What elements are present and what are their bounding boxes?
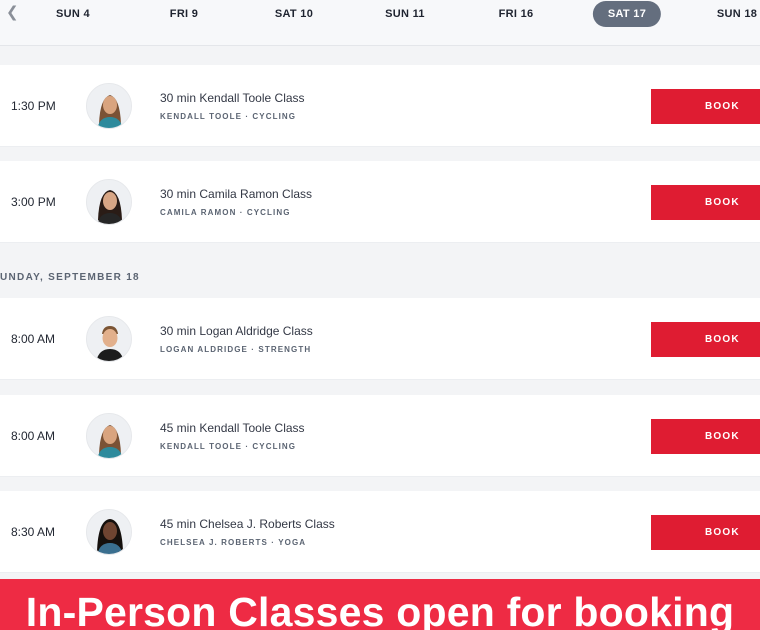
class-title: 45 min Kendall Toole Class <box>160 421 305 435</box>
book-button[interactable]: BOOK <box>651 89 760 124</box>
class-title: 30 min Kendall Toole Class <box>160 91 305 105</box>
day-tab-sat-17-selected[interactable]: SAT 17 <box>592 1 662 27</box>
class-time: 8:00 AM <box>11 332 56 346</box>
book-button[interactable]: BOOK <box>651 322 760 357</box>
instructor-avatar <box>86 316 132 362</box>
date-navigation-bar: ❮ SUN 4 FRI 9 SAT 10 SUN 11 FRI 16 SAT 1… <box>0 0 760 46</box>
book-button[interactable]: BOOK <box>651 185 760 220</box>
class-title: 30 min Logan Aldridge Class <box>160 324 313 338</box>
instructor-avatar <box>86 83 132 129</box>
class-time: 1:30 PM <box>11 99 56 113</box>
day-tab-sun-18[interactable]: SUN 18 <box>717 0 757 28</box>
day-tab-sun-11[interactable]: SUN 11 <box>385 0 425 28</box>
class-instructor-discipline: CAMILA RAMON · CYCLING <box>160 208 291 217</box>
class-row: 8:00 AM 45 min Kendall Toole Class KENDA… <box>0 395 760 477</box>
class-time: 8:00 AM <box>11 429 56 443</box>
class-title: 45 min Chelsea J. Roberts Class <box>160 517 335 531</box>
class-row: 8:00 AM 30 min Logan Aldridge Class LOGA… <box>0 298 760 380</box>
class-instructor-discipline: KENDALL TOOLE · CYCLING <box>160 112 297 121</box>
class-row: 1:30 PM 30 min Kendall Toole Class KENDA… <box>0 65 760 147</box>
day-tab-fri-16[interactable]: FRI 16 <box>499 0 534 28</box>
book-button[interactable]: BOOK <box>651 515 760 550</box>
class-instructor-discipline: LOGAN ALDRIDGE · STRENGTH <box>160 345 312 354</box>
class-row: 8:30 AM 45 min Chelsea J. Roberts Class … <box>0 491 760 573</box>
class-time: 8:30 AM <box>11 525 56 539</box>
instructor-avatar <box>86 413 132 459</box>
instructor-avatar <box>86 509 132 555</box>
book-button[interactable]: BOOK <box>651 419 760 454</box>
instructor-avatar <box>86 179 132 225</box>
chevron-left-icon[interactable]: ❮ <box>6 5 20 21</box>
promo-banner: In-Person Classes open for booking <box>0 579 760 630</box>
class-time: 3:00 PM <box>11 195 56 209</box>
day-section-header: UNDAY, SEPTEMBER 18 <box>0 272 140 283</box>
day-tab-sat-10[interactable]: SAT 10 <box>275 0 313 28</box>
class-row: 3:00 PM 30 min Camila Ramon Class CAMILA… <box>0 161 760 243</box>
day-tab-sun-4[interactable]: SUN 4 <box>56 0 90 28</box>
class-title: 30 min Camila Ramon Class <box>160 187 313 201</box>
class-instructor-discipline: CHELSEA J. ROBERTS · YOGA <box>160 538 307 547</box>
promo-banner-text: In-Person Classes open for booking <box>25 589 735 630</box>
class-instructor-discipline: KENDALL TOOLE · CYCLING <box>160 442 297 451</box>
day-tab-fri-9[interactable]: FRI 9 <box>170 0 198 28</box>
